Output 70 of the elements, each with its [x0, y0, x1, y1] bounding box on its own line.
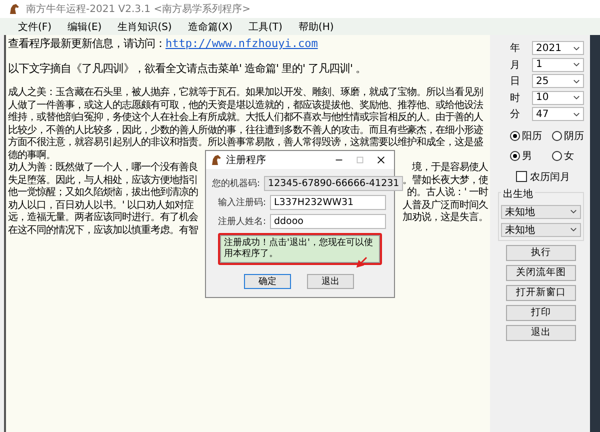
intro-text: 以下文字摘自《了凡四训》，欲看全文请点击菜单' 造命篇' 里的' 了凡四训' 。 [8, 62, 366, 75]
field-label: 输入注册码: [216, 196, 266, 209]
paragraph-line: 他一觉惊醒；又如久陷烦恼，拔出他到清凉的 [8, 187, 198, 200]
caret-icon [570, 209, 577, 214]
dialog-title: 注册程序 [226, 154, 266, 167]
maximize-icon [356, 156, 364, 164]
field-label: 日 [510, 75, 521, 88]
radio-button[interactable]: 女 [552, 148, 584, 162]
dropdown[interactable]: 10 [532, 90, 584, 105]
paragraph-line: 。譬如长夜大梦，使 [402, 174, 488, 186]
field-label: 注册人姓名: [216, 216, 266, 228]
paragraph-line: 德的事啊。 [8, 150, 56, 162]
group-label: 出生地 [501, 186, 535, 200]
horse-icon [8, 3, 20, 15]
field-label: 您的机器码: [212, 178, 260, 190]
caret-icon [573, 46, 580, 51]
paragraph-line: 远，造福无量。两者应该同时进行。有了机会 [8, 212, 198, 224]
caret-icon [570, 227, 577, 232]
panel-button[interactable]: 退出 [506, 324, 576, 340]
menu-item[interactable]: 生肖知识(S) [110, 20, 180, 34]
panel-button[interactable]: 执行 [506, 244, 576, 260]
window-title: 南方牛年运程-2021 V2.3.1 <南方易学系列程序> [26, 2, 250, 16]
paragraph-line: 境，于是容易使人 [412, 162, 488, 174]
close-icon[interactable] [377, 156, 385, 164]
panel-button[interactable]: 打印 [506, 304, 576, 320]
paragraph-line: 劝人为善：既然做了一个人，哪一个没有善良 [8, 162, 198, 174]
paragraph-line: 人普及广泛而时间久 [402, 200, 488, 212]
update-text: 查看程序最新更新信息，请访问： [8, 37, 166, 50]
caret-icon [573, 62, 580, 68]
checkbox[interactable]: 农历闰月 [498, 170, 584, 184]
field-label: 分 [510, 108, 521, 122]
panel-button[interactable]: 打开新窗口 [506, 284, 576, 300]
caret-icon [573, 95, 580, 100]
input-field[interactable]: L337H232WW31 [270, 195, 386, 210]
menu-item[interactable]: 造命篇(X) [180, 20, 240, 34]
paragraph-line: 成人之美：玉含藏在石头里，被人抛弃，它就等于瓦石。如果加以开发、雕刻、琢磨，就成了宝物。所以当看见别 [8, 87, 483, 100]
menu-item[interactable]: 工具(T) [240, 20, 290, 34]
dialog-button[interactable]: 退出 [307, 274, 354, 289]
paragraph-line: 比较少，不善的人比较多，因此，少数的善人所做的事，往往遭到多数不善人的攻击。而且有些豪杰，在细小形迹 [8, 124, 483, 136]
menu-item[interactable]: 帮助(H) [290, 20, 342, 34]
field-label: 时 [510, 92, 521, 105]
caret-icon [573, 78, 580, 84]
paragraph-line: 人做了一件善事，或这人的志愿颇有可取，他的天资是堪以造就的，都应该提拔他、奖励他、推荐他、或给他设法 [8, 100, 483, 112]
paragraph-line: 失足堕落。因此，与人相处，应该方便地指引 [8, 174, 198, 186]
dropdown[interactable]: 未知地 [501, 204, 581, 218]
field-label: 年 [510, 42, 521, 56]
paragraph-line: 加劝说，这是失言。 [402, 212, 488, 224]
caret-icon [573, 112, 580, 117]
paragraph-line: 在这不同的情况下，应该加以慎重考虑。有智 [8, 224, 198, 237]
menu-item[interactable]: 文件(F) [10, 20, 60, 34]
field-label: 月 [510, 58, 521, 72]
input-field[interactable]: ddooo [270, 214, 386, 229]
radio-button[interactable]: 男 [510, 148, 542, 162]
radio-button[interactable]: 阳历 [510, 128, 542, 142]
paragraph-line: 方面不很注意，就容易引起别人的非议和指责。所以善事常易散，善人常得毁谤，这就需要以维护和成全，这是盛 [8, 137, 483, 150]
paragraph-line: 劝人以口，百日劝人以书。' 以口劝人如对症 [8, 200, 194, 212]
dropdown[interactable]: 1 [532, 58, 584, 72]
paragraph-line: 的。古人说：' 一时 [407, 187, 488, 200]
horse-icon [210, 154, 222, 166]
paragraph-line: 维持，或替他剖白冤抑，务使这个人在社会上有所成就。大抵人们都不喜欢与他性情或宗旨相反的人。由于善的人 [8, 112, 483, 124]
radio-button[interactable]: 阴历 [552, 128, 584, 142]
success-message: 注册成功！点击'退出'，您现在可以使用本程序了。 [220, 235, 380, 263]
dropdown[interactable]: 未知地 [501, 222, 581, 236]
dialog-button[interactable]: 确定 [244, 274, 291, 289]
dropdown[interactable]: 47 [532, 107, 584, 122]
menu-item[interactable]: 编辑(E) [60, 20, 110, 34]
dropdown[interactable]: 2021 [532, 41, 584, 56]
website-link[interactable]: http://www.nfzhouyi.com [166, 37, 318, 50]
panel-button[interactable]: 关闭流年图 [506, 264, 576, 280]
dropdown[interactable]: 25 [532, 74, 584, 88]
